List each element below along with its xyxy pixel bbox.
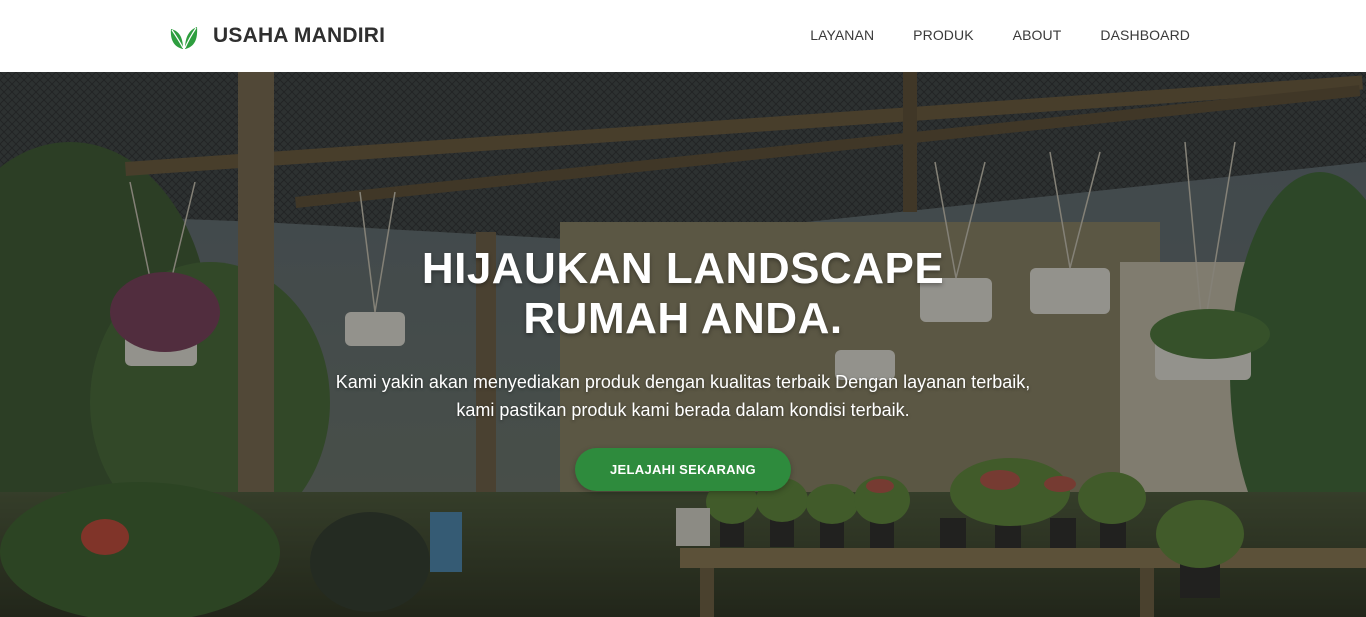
nav-link-produk[interactable]: PRODUK bbox=[913, 27, 974, 43]
explore-now-button[interactable]: JELAJAHI SEKARANG bbox=[575, 448, 791, 491]
hero-title-line1: HIJAUKAN LANDSCAPE bbox=[421, 244, 945, 293]
nav-item-layanan: LAYANAN bbox=[810, 27, 874, 45]
brand-name: USAHA MANDIRI bbox=[213, 24, 386, 47]
nav-link-dashboard[interactable]: DASHBOARD bbox=[1100, 27, 1190, 43]
navbar: USAHA MANDIRI LAYANAN PRODUK ABOUT DASHB… bbox=[0, 0, 1366, 72]
nav-link-layanan[interactable]: LAYANAN bbox=[810, 27, 874, 43]
nav-link-about[interactable]: ABOUT bbox=[1013, 27, 1062, 43]
nav-menu: LAYANAN PRODUK ABOUT DASHBOARD bbox=[771, 0, 1190, 72]
hero-section: HIJAUKAN LANDSCAPE RUMAH ANDA. Kami yaki… bbox=[0, 72, 1366, 617]
hero-content: HIJAUKAN LANDSCAPE RUMAH ANDA. Kami yaki… bbox=[0, 72, 1366, 617]
hero-description: Kami yakin akan menyediakan produk denga… bbox=[335, 372, 1031, 420]
nav-item-produk: PRODUK bbox=[913, 27, 974, 45]
hero-title: HIJAUKAN LANDSCAPE RUMAH ANDA. bbox=[0, 244, 1366, 344]
nav-item-dashboard: DASHBOARD bbox=[1100, 27, 1190, 45]
hero-title-line2: RUMAH ANDA. bbox=[523, 294, 843, 343]
leaf-icon bbox=[170, 27, 198, 49]
nav-item-about: ABOUT bbox=[1013, 27, 1062, 45]
brand-logo-link[interactable]: USAHA MANDIRI bbox=[168, 20, 385, 52]
